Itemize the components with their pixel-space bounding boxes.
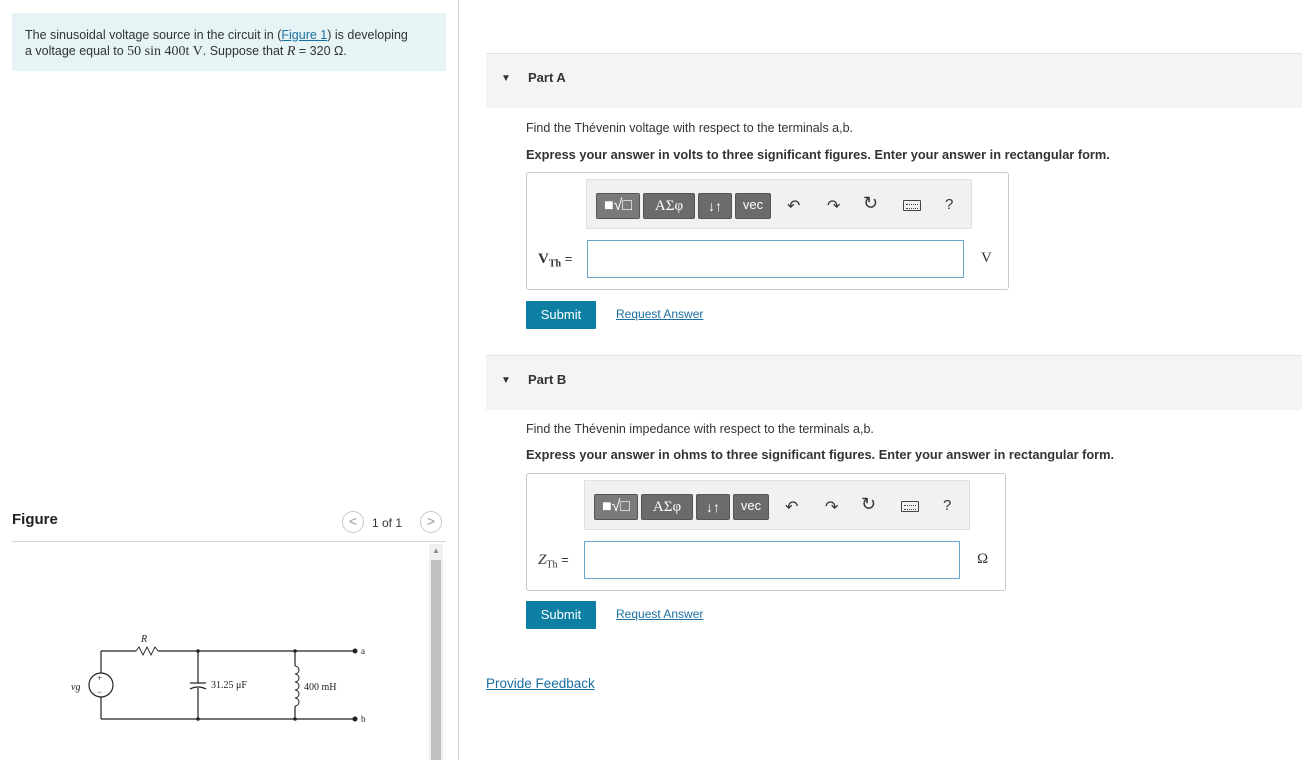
part-b-title: Part B [528,372,567,387]
part-a-question: Find the Thévenin voltage with respect t… [526,121,854,135]
part-a-instructions: Express your answer in volts to three si… [526,147,1110,162]
part-b-answer-box: ■√□ ΑΣφ ↓↑ vec ↶ ↷ ↻ ? ZTh = Ω [526,473,1006,591]
zth-subscript: Th [546,559,558,571]
vth-subscript: Th [548,258,562,270]
help-icon[interactable]: ? [943,497,951,514]
redo-icon[interactable]: ↷ [825,497,838,517]
source-label: vg [71,682,80,693]
terminal-a-label: a [361,646,365,656]
undo-icon[interactable]: ↶ [785,497,798,517]
vector-button[interactable]: vec [735,193,771,219]
terminal-b-label: b [361,714,366,724]
circuit-diagram: R vg + − 31.25 μF 400 mH a b [71,634,366,724]
problem-statement: The sinusoidal voltage source in the cir… [12,13,446,71]
vth-symbol: V [538,251,549,267]
resistor-label: R [140,634,147,645]
collapse-triangle-icon[interactable]: ▼ [501,375,511,386]
volts-unit: V [981,250,992,266]
part-a-request-answer-link[interactable]: Request Answer [616,307,703,321]
figure-counter: 1 of 1 [372,516,403,530]
zth-input[interactable] [584,541,960,579]
ohms-unit: Ω [977,551,989,567]
voltage-expression: 50 sin 400t V [127,44,203,59]
reset-icon[interactable]: ↻ [863,193,878,214]
inductor-label: 400 mH [304,682,337,693]
part-a-title: Part A [528,70,566,85]
part-a-submit-button[interactable]: Submit [526,301,596,329]
greek-symbols-button[interactable]: ΑΣφ [641,494,693,520]
provide-feedback-link[interactable]: Provide Feedback [486,676,595,691]
part-b-header[interactable]: ▼ Part B [486,355,1302,410]
math-toolbar: ■√□ ΑΣφ ↓↑ vec ↶ ↷ ↻ ? [584,480,970,530]
vth-input[interactable] [587,240,964,278]
figure-divider [12,541,446,542]
intro-text-1: The sinusoidal voltage source in the cir… [25,28,282,42]
part-b-request-answer-link[interactable]: Request Answer [616,607,703,621]
arrows-button[interactable]: ↓↑ [696,494,730,520]
intro-text-3: a voltage equal to [25,44,128,58]
templates-button[interactable]: ■√□ [596,193,640,219]
part-b-instructions: Express your answer in ohms to three sig… [526,447,1115,462]
intro-text-4: . Suppose that [202,44,287,58]
reset-icon[interactable]: ↻ [861,494,876,515]
redo-icon[interactable]: ↷ [827,196,840,216]
greek-symbols-button[interactable]: ΑΣφ [643,193,695,219]
undo-icon[interactable]: ↶ [787,196,800,216]
capacitor-label: 31.25 μF [211,680,247,691]
keyboard-icon[interactable] [901,501,919,512]
intro-text-2: ) is developing [327,28,408,42]
keyboard-icon[interactable] [903,200,921,211]
zth-equals: = [557,552,569,567]
collapse-triangle-icon[interactable]: ▼ [501,73,511,84]
next-figure-button[interactable]: > [420,511,442,533]
part-b-question: Find the Thévenin impedance with respect… [526,422,874,436]
scrollbar-thumb[interactable] [431,560,441,760]
part-a-answer-box: ■√□ ΑΣφ ↓↑ vec ↶ ↷ ↻ ? VTh = V [526,172,1009,290]
part-a-header[interactable]: ▼ Part A [486,53,1302,108]
vth-equals: = [561,251,573,266]
source-plus: + [97,673,102,683]
column-divider [458,0,459,760]
figure-heading: Figure [12,511,58,528]
arrows-button[interactable]: ↓↑ [698,193,732,219]
figure-scrollbar[interactable]: ▲ [429,544,443,760]
previous-figure-button[interactable]: < [342,511,364,533]
templates-button[interactable]: ■√□ [594,494,638,520]
r-value: = 320 Ω. [295,44,347,58]
source-minus: − [97,687,102,697]
math-toolbar: ■√□ ΑΣφ ↓↑ vec ↶ ↷ ↻ ? [586,179,972,229]
vector-button[interactable]: vec [733,494,769,520]
zth-label: ZTh = [538,552,569,571]
figure-link[interactable]: Figure 1 [281,28,327,42]
part-b-submit-button[interactable]: Submit [526,601,596,629]
help-icon[interactable]: ? [945,196,953,213]
scroll-up-arrow-icon[interactable]: ▲ [429,544,443,558]
figure-pager: < 1 of 1 > [342,511,446,535]
vth-label: VTh = [538,251,572,270]
